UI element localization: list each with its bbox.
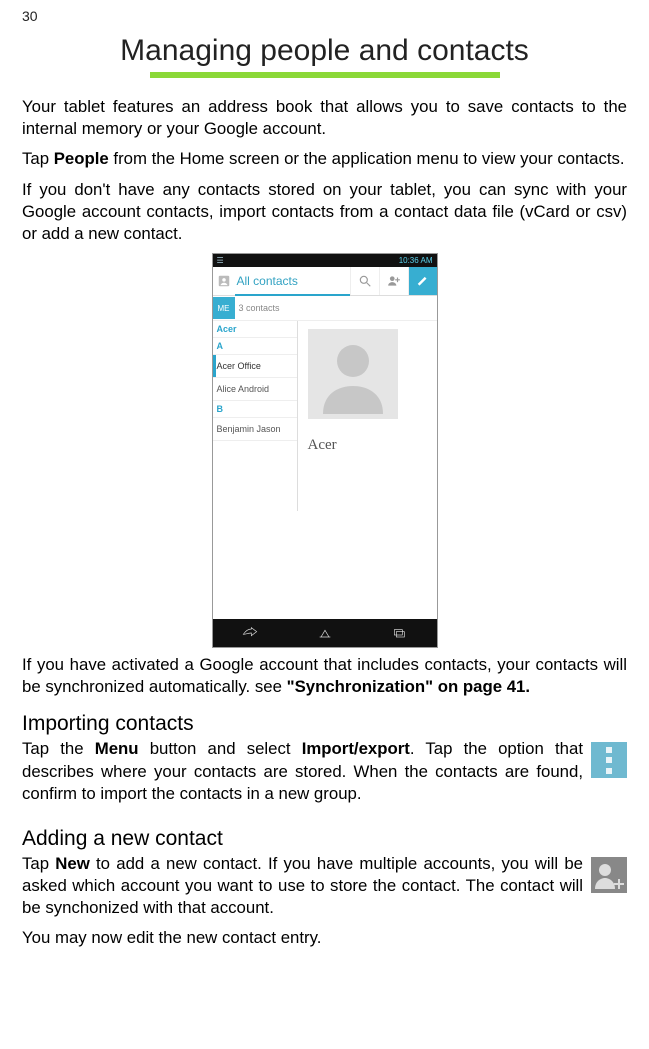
heading-importing: Importing contacts	[22, 712, 627, 736]
edit-icon[interactable]	[408, 267, 437, 295]
list-section-acer: Acer	[213, 321, 297, 338]
menu-button-name: Menu	[95, 739, 139, 758]
list-item[interactable]: Acer Office	[213, 355, 297, 378]
avatar[interactable]	[308, 329, 398, 419]
status-bar: ☰ 10:36 AM	[213, 254, 437, 267]
add-paragraph-2: You may now edit the new contact entry.	[22, 927, 627, 949]
status-time: 10:36 AM	[399, 256, 433, 265]
text-fragment: Tap the	[22, 739, 95, 758]
menu-icon	[591, 742, 627, 778]
text-fragment: button and select	[139, 739, 302, 758]
me-label: ME	[213, 297, 235, 319]
text-fragment: Tap	[22, 854, 55, 873]
title-underline	[150, 72, 500, 78]
contact-detail: Acer	[298, 321, 437, 511]
contacts-icon[interactable]	[213, 267, 235, 295]
nav-bar	[213, 619, 437, 647]
home-button[interactable]	[287, 619, 362, 647]
me-row[interactable]: ME 3 contacts	[213, 296, 437, 321]
page-number: 30	[22, 8, 627, 24]
contact-count: 3 contacts	[239, 303, 280, 313]
people-app-screenshot: ☰ 10:36 AM All contacts ME 3 con	[212, 253, 438, 648]
blank-area	[213, 511, 437, 619]
status-left-icon: ☰	[217, 256, 224, 265]
add-contact-icon[interactable]	[379, 267, 408, 295]
people-app-name: People	[54, 149, 109, 168]
contact-name: Acer	[308, 437, 431, 454]
intro-paragraph-3: If you don't have any contacts stored on…	[22, 179, 627, 246]
add-paragraph-1: Tap New to add a new contact. If you hav…	[22, 853, 627, 920]
list-item[interactable]: Alice Android	[213, 378, 297, 401]
crossref-synchronization: "Synchronization" on page 41.	[287, 677, 530, 696]
import-export-name: Import/export	[302, 739, 410, 758]
heading-adding: Adding a new contact	[22, 827, 627, 851]
contact-list: Acer A Acer Office Alice Android B Benja…	[213, 321, 298, 511]
tab-all-contacts[interactable]: All contacts	[235, 267, 350, 296]
text-fragment: to add a new contact. If you have multip…	[22, 854, 583, 917]
list-item[interactable]: Benjamin Jason	[213, 418, 297, 441]
intro-paragraph-1: Your tablet features an address book tha…	[22, 96, 627, 140]
app-header: All contacts	[213, 267, 437, 296]
search-icon[interactable]	[350, 267, 379, 295]
page-title: Managing people and contacts	[22, 34, 627, 68]
text-fragment: from the Home screen or the application …	[109, 149, 625, 168]
list-section-a: A	[213, 338, 297, 355]
list-section-b: B	[213, 401, 297, 418]
import-paragraph: Tap the Menu button and select Import/ex…	[22, 738, 627, 805]
text-fragment: Tap	[22, 149, 54, 168]
add-contact-large-icon	[591, 857, 627, 893]
intro-paragraph-2: Tap People from the Home screen or the a…	[22, 148, 627, 170]
recent-button[interactable]	[362, 619, 437, 647]
back-button[interactable]	[213, 619, 288, 647]
new-button-name: New	[55, 854, 90, 873]
sync-paragraph: If you have activated a Google account t…	[22, 654, 627, 698]
